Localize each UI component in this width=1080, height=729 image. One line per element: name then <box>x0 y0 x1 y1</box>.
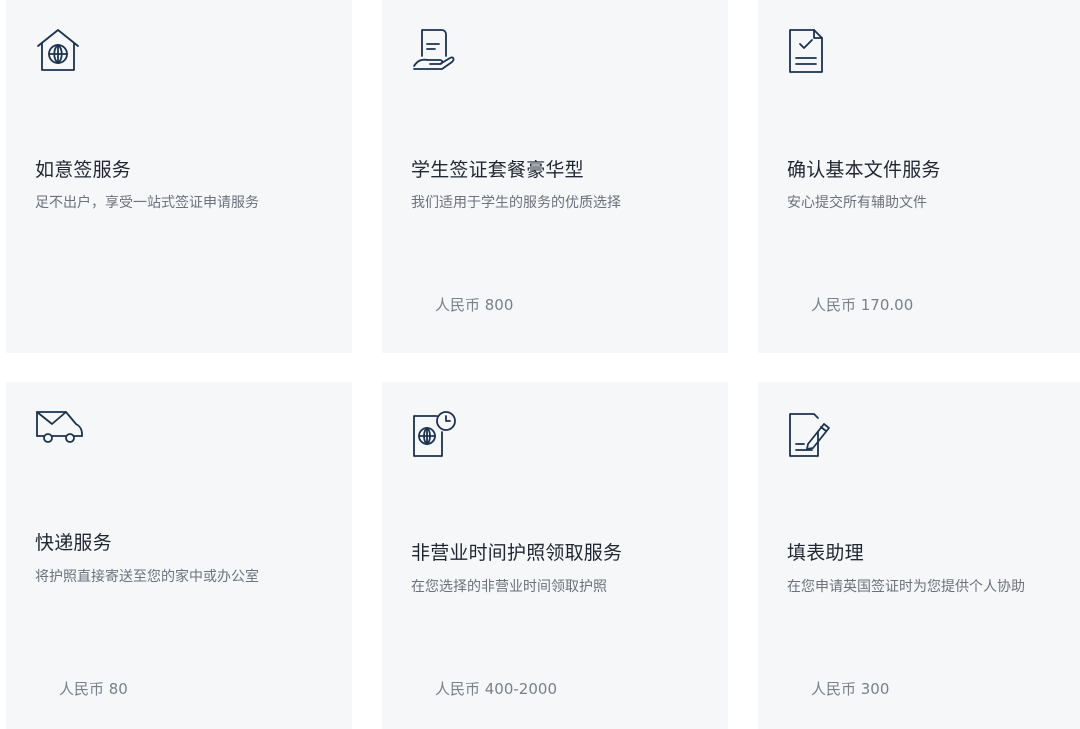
house-globe-icon <box>34 26 82 74</box>
service-price: 人民币 170.00 <box>811 296 914 314</box>
service-card-document-check[interactable]: 确认基本文件服务 安心提交所有辅助文件 人民币 170.00 <box>758 0 1080 353</box>
service-description: 我们适用于学生的服务的优质选择 <box>411 195 621 211</box>
service-description: 足不出户，享受一站式签证申请服务 <box>35 195 259 211</box>
delivery-van-icon <box>34 408 84 452</box>
service-description: 将护照直接寄送至您的家中或办公室 <box>35 569 259 585</box>
service-price: 人民币 300 <box>811 680 890 698</box>
service-card-student-package[interactable]: 学生签证套餐豪华型 我们适用于学生的服务的优质选择 人民币 800 <box>382 0 728 353</box>
form-pen-icon <box>786 410 834 460</box>
service-title: 快递服务 <box>35 532 112 554</box>
service-title: 非营业时间护照领取服务 <box>411 542 623 564</box>
service-card-form-assistant[interactable]: 填表助理 在您申请英国签证时为您提供个人协助 人民币 300 <box>758 382 1080 729</box>
service-description: 在您申请英国签证时为您提供个人协助 <box>787 579 1025 595</box>
service-description: 在您选择的非营业时间领取护照 <box>411 579 607 595</box>
services-grid: 如意签服务 足不出户，享受一站式签证申请服务 学生签证套餐豪华型 我们适用于学生… <box>0 0 1080 729</box>
service-card-courier[interactable]: 快递服务 将护照直接寄送至您的家中或办公室 人民币 80 <box>6 382 352 729</box>
service-title: 确认基本文件服务 <box>787 159 941 181</box>
hand-document-icon <box>410 26 458 74</box>
service-title: 填表助理 <box>787 542 864 564</box>
service-price: 人民币 800 <box>435 296 514 314</box>
service-price: 人民币 400-2000 <box>435 680 557 698</box>
service-title: 如意签服务 <box>35 159 132 181</box>
document-check-icon <box>786 26 834 74</box>
service-card-after-hours-pickup[interactable]: 非营业时间护照领取服务 在您选择的非营业时间领取护照 人民币 400-2000 <box>382 382 728 729</box>
service-description: 安心提交所有辅助文件 <box>787 195 927 211</box>
service-price: 人民币 80 <box>59 680 128 698</box>
service-title: 学生签证套餐豪华型 <box>411 159 584 181</box>
passport-clock-icon <box>410 410 460 460</box>
service-card-premium[interactable]: 如意签服务 足不出户，享受一站式签证申请服务 <box>6 0 352 353</box>
